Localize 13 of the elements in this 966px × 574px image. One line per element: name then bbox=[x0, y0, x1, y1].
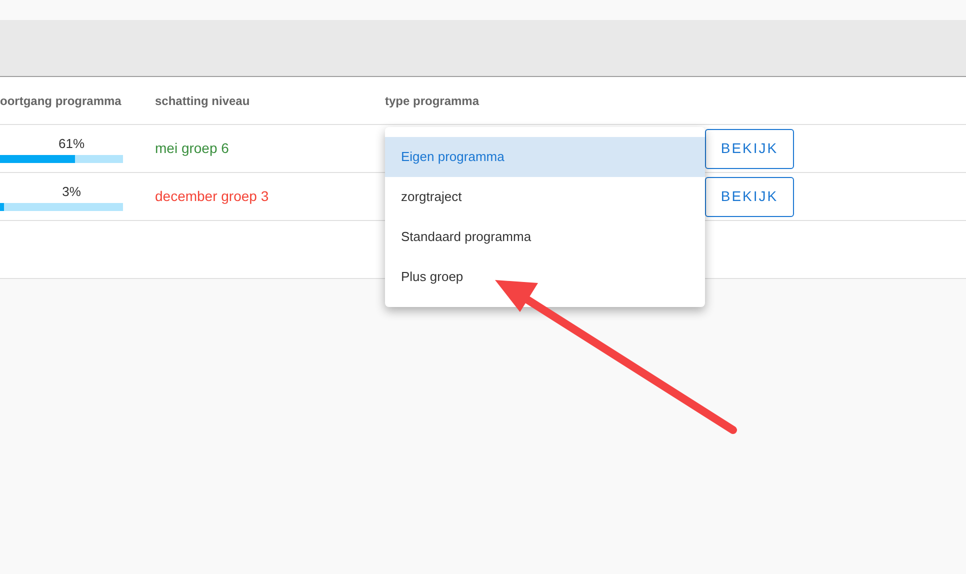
dropdown-option[interactable]: zorgtraject bbox=[385, 177, 705, 217]
view-button[interactable]: BEKIJK bbox=[705, 128, 794, 168]
column-header: type programma bbox=[385, 92, 480, 110]
column-header: schatting niveau bbox=[155, 92, 251, 110]
dropdown-option[interactable]: Plus groep bbox=[385, 257, 705, 297]
estimate-level: mei groep 6 bbox=[155, 139, 230, 158]
dropdown-option[interactable]: Eigen programma bbox=[385, 137, 705, 177]
view-button[interactable]: BEKIJK bbox=[705, 176, 794, 216]
progress-label: 3% bbox=[62, 182, 81, 201]
estimate-level: december groep 3 bbox=[155, 187, 270, 206]
progress-label: 61% bbox=[58, 134, 85, 153]
dropdown-option[interactable]: Standaard programma bbox=[385, 217, 705, 257]
column-header: oortgang programma bbox=[0, 92, 122, 110]
